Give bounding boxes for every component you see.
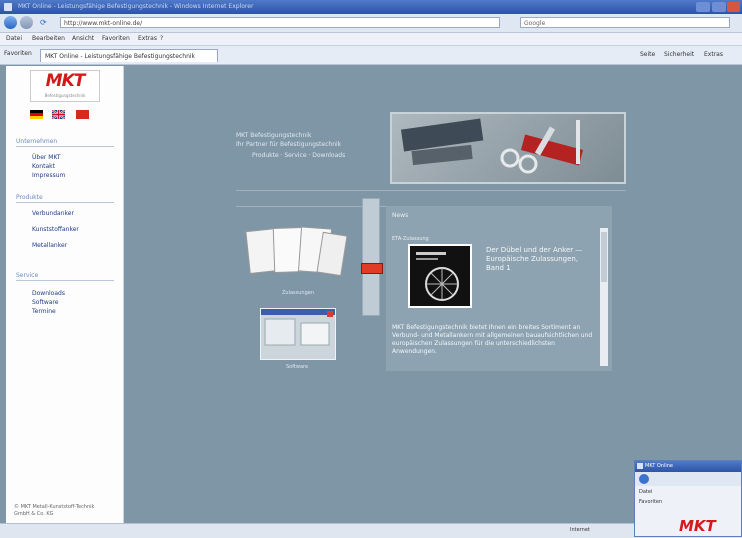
favorites-bar: Favoriten MKT Online - Leistungsfähige B…: [0, 46, 742, 65]
news-panel: News ETA-Zulassung Der Dübel und der Ank…: [386, 206, 612, 371]
section-heading: Unternehmen: [16, 138, 58, 145]
refresh-icon[interactable]: ⟳: [40, 18, 47, 27]
maximize-button[interactable]: [712, 2, 726, 12]
close-button[interactable]: [727, 2, 740, 12]
info-line: Ihr Partner für Befestigungstechnik: [236, 141, 342, 148]
divider: [16, 202, 114, 203]
flag-chinese-icon[interactable]: [76, 110, 89, 119]
product-photo: [390, 112, 626, 184]
slider-handle[interactable]: [361, 263, 383, 274]
footer-line: © MKT Metall-Kunststoff-Technik: [14, 504, 95, 510]
approvals-caption[interactable]: Zulassungen: [282, 290, 314, 296]
navigation-bar: ⟳ http://www.mkt-online.de/ Google: [0, 14, 742, 33]
flag-german-icon[interactable]: [30, 110, 43, 119]
second-browser-window[interactable]: MKT Online Datei Favoriten MKT: [634, 460, 742, 537]
menu-help[interactable]: ?: [160, 35, 163, 42]
safety-menu[interactable]: Sicherheit: [664, 51, 694, 58]
minimize-button[interactable]: [696, 2, 710, 12]
news-scrollbar[interactable]: [600, 228, 608, 366]
mkt-logo: MKT: [679, 517, 716, 535]
nav-link-imprint[interactable]: Impressum: [32, 172, 65, 179]
nav-link-metal-anchors[interactable]: Metallanker: [32, 242, 67, 249]
approvals-thumbnail[interactable]: [244, 224, 348, 288]
nav-link-bonded-anchors[interactable]: Verbundanker: [32, 210, 74, 217]
divider: [236, 190, 626, 191]
navigation-bar: [635, 472, 741, 486]
news-subtitle: ETA-Zulassung: [392, 236, 429, 242]
news-body: MKT Befestigungstechnik bietet Ihnen ein…: [392, 324, 593, 355]
menu-bar[interactable]: Datei: [639, 489, 652, 495]
favorites-button[interactable]: Favoriten: [4, 50, 32, 57]
window-title: MKT Online - Leistungsfähige Befestigung…: [18, 3, 254, 10]
software-thumbnail[interactable]: [260, 308, 336, 360]
status-bar: Internet: [0, 523, 742, 538]
section-heading: Produkte: [16, 194, 43, 201]
menu-edit[interactable]: Bearbeiten: [32, 35, 65, 42]
back-button[interactable]: [639, 474, 649, 484]
menu-view[interactable]: Ansicht: [72, 35, 94, 42]
nav-link-software[interactable]: Software: [32, 299, 58, 306]
search-input[interactable]: Google: [520, 17, 730, 28]
status-zone: Internet: [570, 527, 590, 533]
nav-link-dates[interactable]: Termine: [32, 308, 56, 315]
mkt-logo[interactable]: MKT Befestigungstechnik: [30, 70, 100, 102]
tools-menu[interactable]: Extras: [704, 51, 723, 58]
nav-link-downloads[interactable]: Downloads: [32, 290, 65, 297]
back-button[interactable]: [4, 16, 17, 29]
forward-button[interactable]: [20, 16, 33, 29]
browser-tab[interactable]: MKT Online - Leistungsfähige Befestigung…: [40, 49, 218, 62]
flag-english-icon[interactable]: [51, 109, 66, 120]
info-line: MKT Befestigungstechnik: [236, 132, 312, 139]
divider: [16, 146, 114, 147]
news-title: News: [392, 212, 409, 219]
software-caption[interactable]: Software: [286, 364, 308, 370]
sidebar-footer: © MKT Metall-Kunststoff-Technik GmbH & C…: [14, 504, 94, 518]
nav-link-contact[interactable]: Kontakt: [32, 163, 55, 170]
divider: [16, 280, 114, 281]
vertical-slider[interactable]: [361, 198, 383, 316]
nav-link-about[interactable]: Über MKT: [32, 154, 61, 161]
favorites-button[interactable]: Favoriten: [639, 499, 662, 505]
section-heading: Service: [16, 272, 39, 279]
news-headline: Der Dübel und der Anker — Europäische Zu…: [486, 246, 583, 272]
nav-link-plastic-anchors[interactable]: Kunststoffanker: [32, 226, 79, 233]
window-title: MKT Online: [635, 461, 741, 472]
ie-icon: [4, 3, 12, 11]
sidebar: MKT Befestigungstechnik Unternehmen Über…: [6, 66, 124, 523]
footer-line: GmbH & Co. KG: [14, 511, 54, 517]
info-link[interactable]: Produkte · Service · Downloads: [252, 152, 345, 159]
menu-favorites[interactable]: Favoriten: [102, 35, 130, 42]
ie-icon: [637, 463, 643, 469]
menu-tools[interactable]: Extras: [138, 35, 157, 42]
menu-bar: Datei Bearbeiten Ansicht Favoriten Extra…: [0, 33, 742, 46]
page-menu[interactable]: Seite: [640, 51, 655, 58]
address-bar[interactable]: http://www.mkt-online.de/: [60, 17, 500, 28]
title-bar: MKT Online - Leistungsfähige Befestigung…: [0, 0, 742, 14]
logo-wordmark: MKT: [45, 71, 86, 91]
menu-file[interactable]: Datei: [6, 35, 22, 42]
logo-tagline: Befestigungstechnik: [44, 93, 86, 98]
book-cover-image[interactable]: [408, 244, 472, 308]
scrollbar-thumb[interactable]: [601, 232, 607, 282]
